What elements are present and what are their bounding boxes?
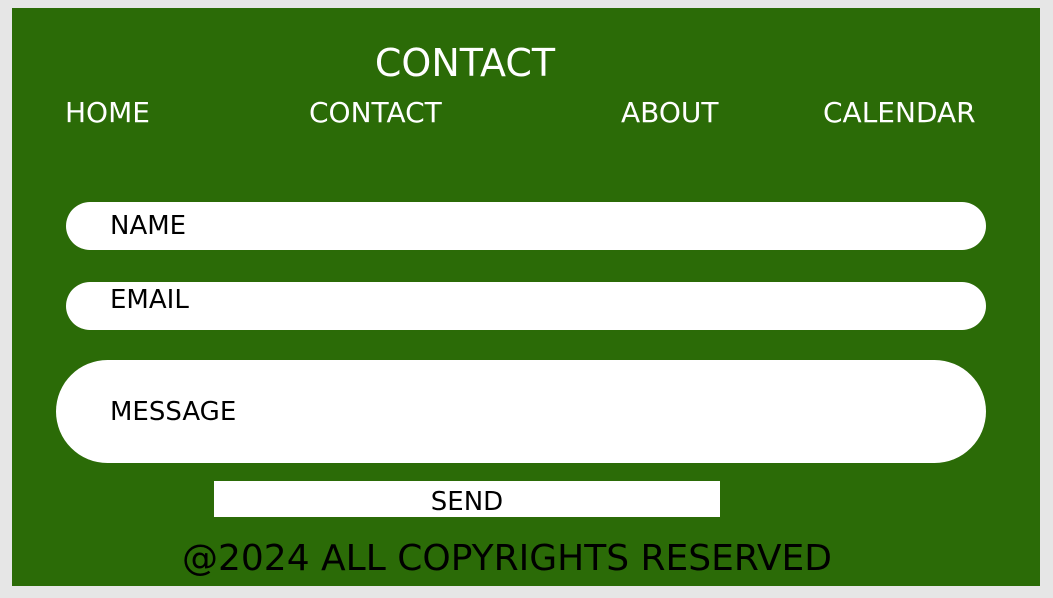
email-field[interactable] bbox=[66, 282, 986, 330]
name-field[interactable] bbox=[66, 202, 986, 250]
nav-item-calendar[interactable]: CALENDAR bbox=[823, 96, 976, 130]
nav-item-home[interactable]: HOME bbox=[65, 96, 150, 130]
send-button[interactable]: SEND bbox=[214, 481, 720, 517]
page-container: CONTACT HOME CONTACT ABOUT CALENDAR SEND… bbox=[12, 8, 1040, 586]
page-title: CONTACT bbox=[374, 41, 556, 85]
nav-item-about[interactable]: ABOUT bbox=[621, 96, 719, 130]
nav-item-contact[interactable]: CONTACT bbox=[309, 96, 442, 130]
footer-copyright: @2024 ALL COPYRIGHTS RESERVED bbox=[181, 538, 832, 579]
message-field[interactable] bbox=[56, 360, 986, 463]
